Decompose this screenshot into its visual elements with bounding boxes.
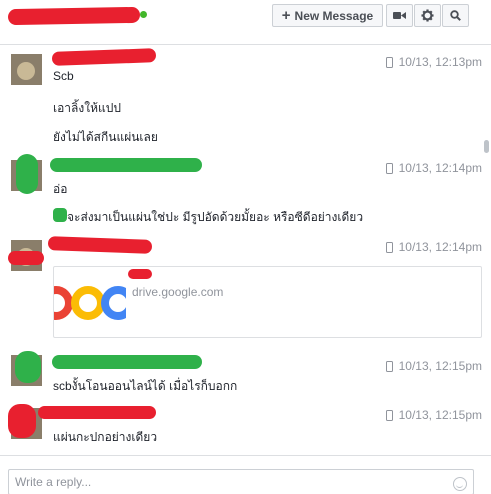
plus-icon: + <box>281 7 291 24</box>
link-preview-card[interactable]: drive.google.com <box>53 266 482 338</box>
mobile-phone-icon <box>385 241 393 253</box>
video-camera-icon <box>393 12 406 19</box>
message-timestamp: 10/13, 12:15pm <box>385 408 482 422</box>
avatar-redaction <box>16 154 38 194</box>
message-text: เอาลิ้งให้แปป <box>53 101 121 115</box>
google-logo-thumbnail <box>54 286 126 320</box>
mobile-phone-icon <box>385 56 393 68</box>
avatar-redaction <box>8 251 44 265</box>
redacted-sender-name <box>50 158 202 172</box>
video-call-button[interactable] <box>386 4 413 27</box>
message-timestamp: 10/13, 12:13pm <box>385 55 482 69</box>
redacted-sender-name <box>52 355 202 369</box>
message-text: ยังไม่ได้สกีนแผ่นเลย <box>53 130 158 144</box>
reply-input[interactable] <box>8 469 474 494</box>
redacted-link-title <box>128 269 152 279</box>
conversation-header: + New Message <box>0 0 491 45</box>
redacted-sender-name <box>51 48 157 66</box>
scrollbar-thumb[interactable] <box>484 140 489 153</box>
message-text: อ่อ <box>53 182 68 196</box>
message-text: scbงั้นโอนออนไลน์ได้ เมื่อไรก็บอกก <box>53 379 238 393</box>
search-button[interactable] <box>442 4 469 27</box>
avatar-redaction <box>8 404 36 438</box>
redacted-word <box>53 208 67 222</box>
message-timestamp: 10/13, 12:15pm <box>385 359 482 373</box>
mobile-phone-icon <box>385 360 393 372</box>
gear-icon <box>421 9 434 22</box>
link-domain: drive.google.com <box>132 285 224 299</box>
mobile-phone-icon <box>385 409 393 421</box>
new-message-button[interactable]: + New Message <box>272 4 383 27</box>
avatar-redaction <box>15 351 41 383</box>
reply-bar <box>0 455 491 494</box>
emoji-icon[interactable] <box>453 477 467 491</box>
message-list[interactable]: 10/13, 12:13pm Scb เอาลิ้งให้แปป ยังไม่ไ… <box>0 46 491 454</box>
mobile-phone-icon <box>385 162 393 174</box>
link-thumbnail <box>54 267 126 337</box>
redacted-sender-name <box>47 236 153 254</box>
message-text: แผ่นกะปกอย่างเดียว <box>53 430 158 444</box>
message-text: Scb <box>53 69 74 83</box>
redacted-sender-name <box>38 406 156 419</box>
search-icon <box>450 10 461 21</box>
redacted-contact-name <box>7 6 141 26</box>
avatar[interactable] <box>11 54 42 85</box>
online-status-dot <box>140 11 147 18</box>
new-message-label: New Message <box>294 8 374 23</box>
settings-button[interactable] <box>414 4 441 27</box>
message-timestamp: 10/13, 12:14pm <box>385 161 482 175</box>
message-text: จะส่งมาเป็นแผ่นใช่ปะ มีรูปอัดด้วยมั้ยอะ … <box>67 210 364 224</box>
message-timestamp: 10/13, 12:14pm <box>385 240 482 254</box>
